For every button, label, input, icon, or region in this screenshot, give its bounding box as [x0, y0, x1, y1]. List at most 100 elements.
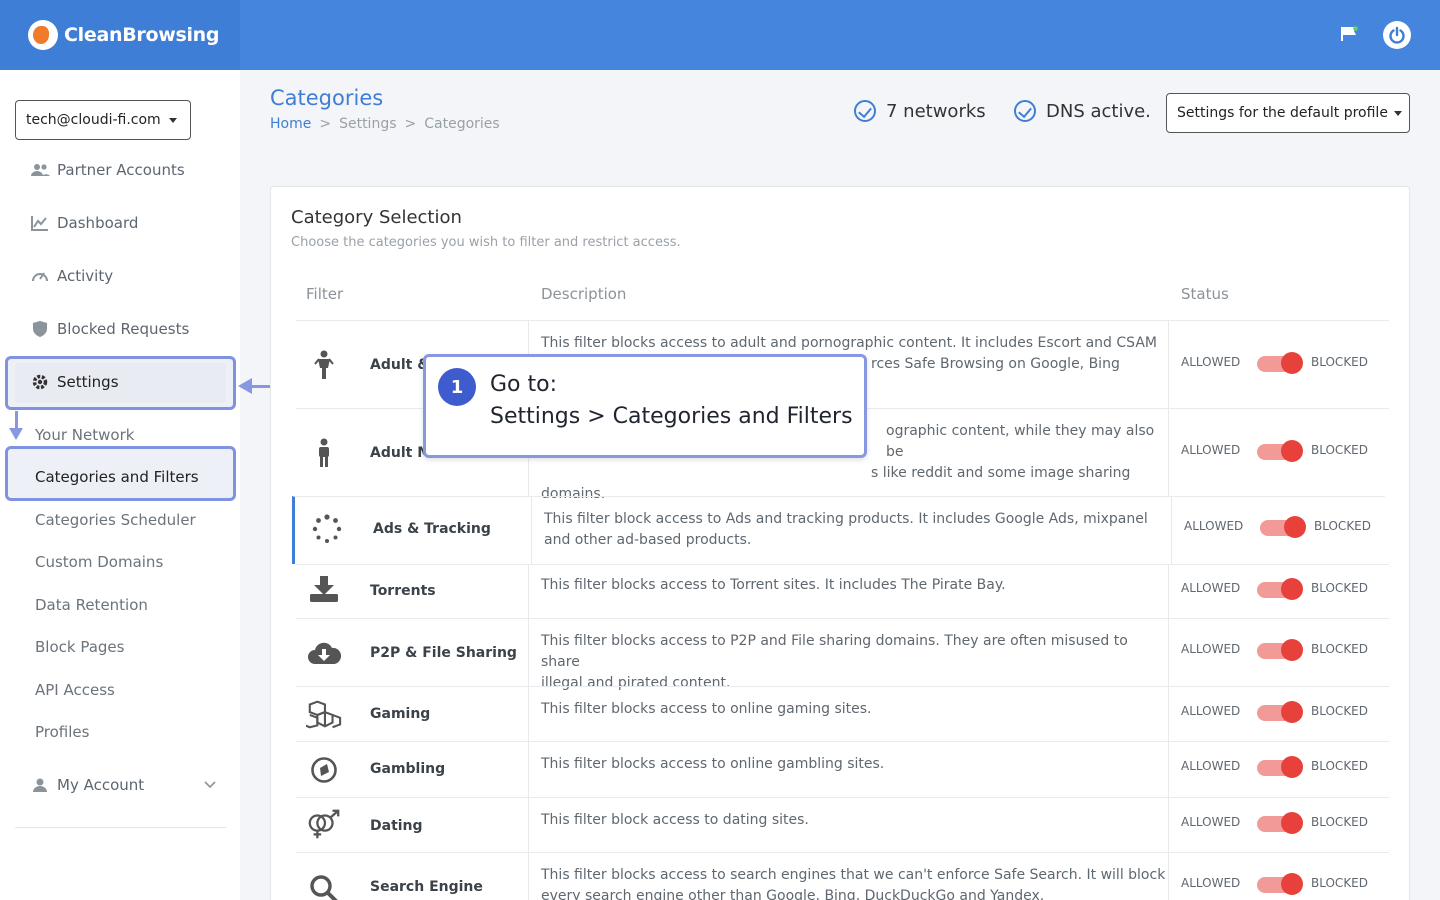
gauge-icon: [30, 268, 50, 284]
sidebar-item-label: Partner Accounts: [57, 161, 185, 179]
breadcrumb-current: Categories: [424, 116, 500, 132]
sidebar-subitem-profiles[interactable]: Profiles: [35, 723, 89, 741]
status-toggle[interactable]: [1257, 812, 1303, 834]
row-name: Gaming: [370, 706, 431, 722]
status-toggle[interactable]: [1257, 352, 1303, 374]
sidebar-item-partner-accounts[interactable]: Partner Accounts: [30, 158, 185, 182]
power-icon[interactable]: [1383, 21, 1411, 49]
check-circle-icon: [1014, 100, 1036, 122]
blocked-label: BLOCKED: [1311, 443, 1369, 457]
flag-icon[interactable]: [1341, 26, 1358, 41]
blocked-label: BLOCKED: [1311, 759, 1369, 773]
users-icon: [30, 162, 50, 178]
row-description: This filter blocks access to online gamb…: [541, 756, 885, 772]
row-name: Search Engine: [370, 879, 483, 895]
sidebar-subitem-your-network[interactable]: Your Network: [35, 426, 134, 444]
chevron-right-icon: >: [319, 116, 332, 132]
table-row: P2P & File Sharing This filter blocks ac…: [296, 618, 1389, 691]
profile-select-label: Settings for the default profile: [1177, 105, 1388, 121]
allowed-label: ALLOWED: [1184, 519, 1244, 533]
sidebar-subitem-block-pages[interactable]: Block Pages: [35, 638, 124, 656]
account-select[interactable]: tech@cloudi-fi.com: [15, 100, 191, 140]
allowed-label: ALLOWED: [1181, 443, 1241, 457]
chart-icon: [30, 215, 50, 231]
sidebar-subitem-categories-and-filters[interactable]: Categories and Filters: [35, 468, 199, 486]
profile-select[interactable]: Settings for the default profile: [1166, 93, 1410, 133]
blocked-label: BLOCKED: [1311, 704, 1369, 718]
blocked-label: BLOCKED: [1311, 355, 1369, 369]
table-row: Gaming This filter blocks access to onli…: [296, 686, 1389, 741]
account-select-label: tech@cloudi-fi.com: [26, 112, 161, 128]
caret-down-icon: [1393, 110, 1402, 116]
cubes-icon: [306, 698, 342, 730]
allowed-label: ALLOWED: [1181, 581, 1241, 595]
breadcrumb-home[interactable]: Home: [270, 116, 311, 132]
breadcrumb: Home > Settings > Categories: [270, 116, 500, 132]
breadcrumb-settings[interactable]: Settings: [339, 116, 396, 132]
row-description: This filter blocks access to online gami…: [541, 701, 872, 717]
caret-down-icon: [168, 117, 177, 123]
step-number-badge: 1: [438, 368, 476, 406]
dns-status-text: DNS active.: [1046, 100, 1151, 122]
sidebar-item-label: Dashboard: [57, 214, 139, 232]
step-callout: 1 Go to: Settings > Categories and Filte…: [423, 354, 867, 458]
row-name: Adult &: [370, 357, 430, 373]
status-toggle[interactable]: [1257, 756, 1303, 778]
status-toggle[interactable]: [1257, 639, 1303, 661]
row-name: Dating: [370, 818, 423, 834]
sidebar-item-dashboard[interactable]: Dashboard: [30, 211, 138, 235]
row-description: This filter blocks access to P2P and Fil…: [541, 633, 1128, 691]
blocked-label: BLOCKED: [1311, 581, 1369, 595]
status-toggle[interactable]: [1257, 440, 1303, 462]
status-toggle[interactable]: [1257, 873, 1303, 895]
sidebar-item-my-account[interactable]: My Account: [30, 773, 216, 797]
row-description: This filter blocks access to search engi…: [541, 867, 1166, 900]
callout-heading: Go to:: [490, 372, 557, 397]
row-description: This filter block access to dating sites…: [541, 812, 809, 828]
cloud-download-icon: [306, 637, 342, 669]
logo-icon: [28, 20, 58, 50]
callout-path: Settings > Categories and Filters: [490, 404, 853, 429]
row-description: This filter block access to Ads and trac…: [544, 511, 1148, 548]
table-row: Gambling This filter blocks access to on…: [296, 741, 1389, 797]
column-header-filter: Filter: [306, 285, 344, 303]
sidebar-item-blocked-requests[interactable]: Blocked Requests: [30, 317, 189, 341]
card-title: Category Selection: [291, 207, 462, 228]
sidebar-item-settings[interactable]: Settings: [30, 370, 119, 394]
sidebar-item-label: Activity: [57, 267, 114, 285]
search-icon: [306, 873, 342, 900]
blocked-label: BLOCKED: [1311, 815, 1369, 829]
networks-count: 7 networks: [886, 100, 986, 122]
status-toggle[interactable]: [1260, 516, 1306, 538]
user-icon: [30, 777, 50, 793]
sidebar-divider: [15, 827, 226, 828]
sidebar-item-label: Settings: [57, 373, 119, 391]
shield-icon: [30, 321, 50, 337]
networks-status[interactable]: 7 networks: [854, 98, 986, 124]
callout-arrow-head-icon: [238, 378, 252, 394]
allowed-label: ALLOWED: [1181, 815, 1241, 829]
brand-name: CleanBrowsing: [64, 24, 220, 46]
sidebar-subitem-categories-scheduler[interactable]: Categories Scheduler: [35, 511, 196, 529]
sidebar-item-activity[interactable]: Activity: [30, 264, 113, 288]
sidebar-subitem-custom-domains[interactable]: Custom Domains: [35, 553, 163, 571]
allowed-label: ALLOWED: [1181, 642, 1241, 656]
brand[interactable]: CleanBrowsing: [0, 0, 240, 70]
category-selection-card: Category Selection Choose the categories…: [270, 186, 1410, 900]
person-standing-icon: [306, 437, 342, 469]
sidebar-item-label: My Account: [57, 776, 145, 794]
step-arrow-head-icon: [9, 428, 23, 440]
status-toggle[interactable]: [1257, 701, 1303, 723]
spinner-icon: [309, 513, 345, 545]
sidebar-subitem-data-retention[interactable]: Data Retention: [35, 596, 148, 614]
dns-status: DNS active.: [1014, 98, 1151, 124]
card-subtitle: Choose the categories you wish to filter…: [291, 235, 681, 250]
row-name: Gambling: [370, 761, 446, 777]
status-toggle[interactable]: [1257, 578, 1303, 600]
gender-icon: [306, 808, 342, 840]
table-row: Dating This filter block access to datin…: [296, 797, 1389, 852]
sidebar-subitem-api-access[interactable]: API Access: [35, 681, 115, 699]
person-icon: [306, 349, 342, 381]
compass-icon: [306, 754, 342, 786]
download-icon: [306, 573, 342, 605]
